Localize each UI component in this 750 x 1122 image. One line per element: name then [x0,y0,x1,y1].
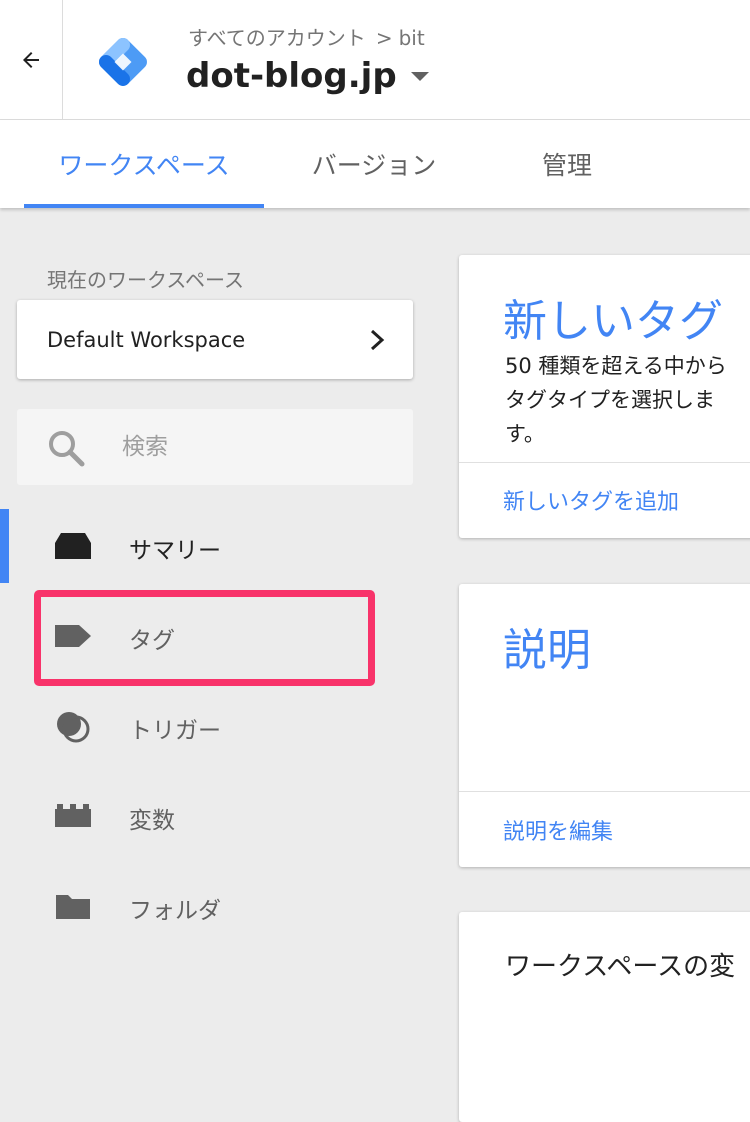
current-workspace-label: 現在のワークスペース [47,268,244,292]
sidebar-item-label: 変数 [129,808,175,834]
new-tag-title: 新しいタグ [503,296,723,347]
breadcrumb-all-accounts[interactable]: すべてのアカウント [188,26,366,50]
add-new-tag-link[interactable]: 新しいタグを追加 [503,484,679,516]
workspace-changes-card: ワークスペースの変 [459,912,750,1122]
inbox-icon [55,533,91,559]
active-nav-indicator [0,509,9,583]
sidebar-item-triggers[interactable]: トリガー [17,689,413,763]
sidebar-item-label: フォルダ [129,898,221,924]
workspace-changes-title: ワークスペースの変 [505,952,736,982]
sidebar-item-variables[interactable]: 変数 [17,779,413,853]
new-tag-description: 50 種類を超える中から タグタイプを選択しま す。 [505,354,727,446]
breadcrumb-separator: > [375,26,393,50]
breadcrumb[interactable]: すべてのアカウント > bit [188,22,425,51]
container-selector[interactable]: dot-blog.jp [186,56,429,96]
folder-icon [56,895,90,919]
chevron-right-icon [370,329,385,350]
tab-bar: ワークスペース バージョン 管理 [0,120,750,208]
tab-workspace[interactable]: ワークスペース [24,120,264,208]
card-divider [459,462,750,463]
variables-icon [55,804,91,827]
edit-description-link[interactable]: 説明を編集 [503,814,613,846]
sidebar-item-label: サマリー [129,538,221,564]
search-icon [49,431,85,467]
caret-down-icon [410,71,429,81]
breadcrumb-account[interactable]: bit [399,26,425,50]
tab-versions[interactable]: バージョン [300,120,448,208]
sidebar-item-summary[interactable]: サマリー [17,509,413,583]
back-button[interactable] [0,0,63,119]
sidebar-item-folders[interactable]: フォルダ [17,869,413,943]
trigger-icon [57,712,90,743]
active-tab-indicator [24,204,264,208]
highlight-annotation [34,590,375,686]
new-tag-card: 新しいタグ 50 種類を超える中から タグタイプを選択しま す。 新しいタグを追… [459,255,750,538]
card-divider [459,791,750,792]
description-card: 説明 説明を編集 [459,584,750,867]
workspace-name: Default Workspace [47,327,246,352]
search-input[interactable] [122,430,382,464]
workspace-selector[interactable]: Default Workspace [17,300,413,379]
tag-manager-logo-icon [99,38,147,86]
arrow-back-icon [23,51,39,68]
description-title: 説明 [503,625,591,676]
container-name: dot-blog.jp [186,56,397,96]
sidebar-item-label: トリガー [129,718,221,744]
tab-admin[interactable]: 管理 [512,120,622,208]
